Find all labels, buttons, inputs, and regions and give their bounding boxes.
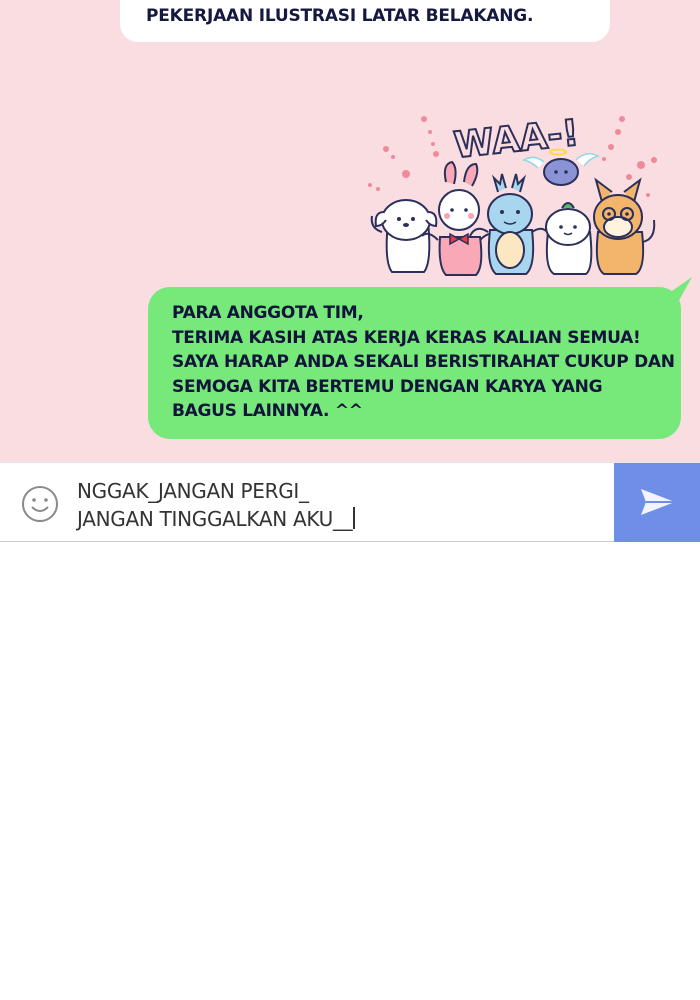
chat-area[interactable]: PEKERJAAN ILUSTRASI LATAR BELAKANG. WAA-… xyxy=(0,0,700,462)
sticker-message[interactable]: WAA-! xyxy=(358,92,668,282)
message-line: BAGUS LAINNYA. ^^ xyxy=(172,401,363,421)
team-mascots-waa-sticker: WAA-! xyxy=(368,112,657,276)
message-input[interactable]: NGGAK_JANGAN PERGI_ JANGAN TINGGALKAN AK… xyxy=(77,477,597,533)
bubble-tail xyxy=(672,276,692,313)
draft-line: JANGAN TINGGALKAN AKU__ xyxy=(77,507,353,531)
incoming-message-bubble: PEKERJAAN ILUSTRASI LATAR BELAKANG. xyxy=(120,0,610,42)
message-line: PARA ANGGOTA TIM, xyxy=(172,303,364,323)
smiley-icon[interactable] xyxy=(21,485,59,523)
message-text: PEKERJAAN ILUSTRASI LATAR BELAKANG. xyxy=(146,6,534,26)
outgoing-message-bubble: PARA ANGGOTA TIM, TERIMA KASIH ATAS KERJ… xyxy=(148,287,681,439)
message-line: SAYA HARAP ANDA SEKALI BERISTIRAHAT CUKU… xyxy=(172,352,675,372)
message-line: SEMOGA KITA BERTEMU DENGAN KARYA YANG xyxy=(172,376,603,397)
draft-line: NGGAK_JANGAN PERGI_ xyxy=(77,479,309,503)
message-line: TERIMA KASIH ATAS KERJA KERAS KALIAN SEM… xyxy=(172,327,641,348)
message-composer: NGGAK_JANGAN PERGI_ JANGAN TINGGALKAN AK… xyxy=(0,462,700,542)
send-button[interactable] xyxy=(614,463,700,542)
text-cursor xyxy=(353,507,356,529)
paper-plane-icon xyxy=(641,489,675,515)
